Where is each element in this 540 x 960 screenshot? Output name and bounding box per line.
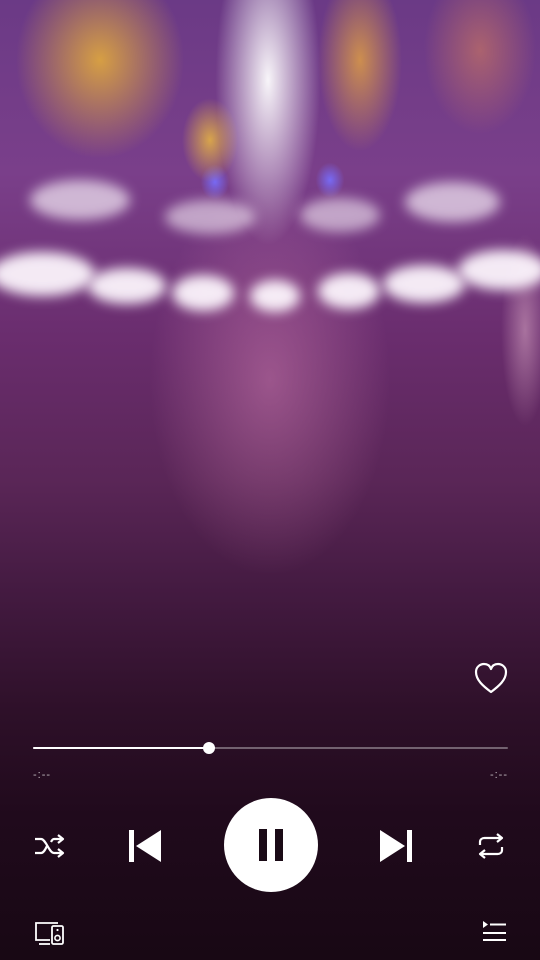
connect-devices-icon <box>35 922 64 945</box>
previous-button[interactable] <box>124 825 166 867</box>
repeat-icon <box>478 833 504 859</box>
progress-fill <box>33 747 209 749</box>
progress-thumb[interactable] <box>202 742 215 754</box>
progress-bar[interactable] <box>33 742 508 754</box>
elapsed-time: -:-- <box>33 769 52 781</box>
skip-next-icon <box>380 830 412 862</box>
repeat-button[interactable] <box>471 828 511 864</box>
pause-icon <box>259 829 283 861</box>
shuffle-button[interactable] <box>31 828 69 864</box>
remaining-time: -:-- <box>489 769 508 781</box>
play-pause-button[interactable] <box>224 798 318 892</box>
skip-previous-icon <box>129 830 161 862</box>
now-playing-screen: -:-- -:-- <box>0 0 540 960</box>
album-art-background <box>0 0 540 420</box>
shuffle-icon <box>35 834 65 858</box>
like-button[interactable] <box>471 659 511 697</box>
queue-button[interactable] <box>477 917 511 949</box>
heart-outline-icon <box>474 662 508 694</box>
queue-icon <box>483 921 506 941</box>
next-button[interactable] <box>375 825 417 867</box>
connect-devices-button[interactable] <box>32 917 68 949</box>
